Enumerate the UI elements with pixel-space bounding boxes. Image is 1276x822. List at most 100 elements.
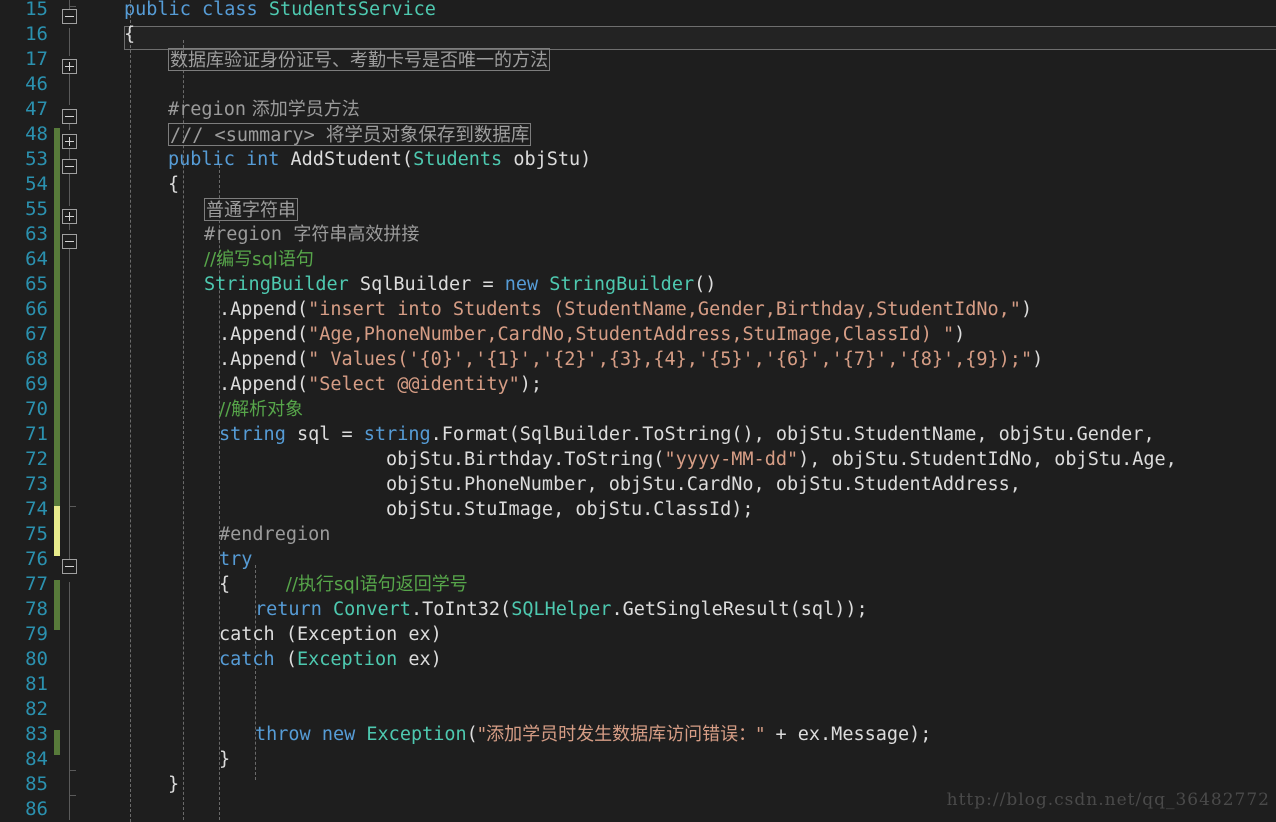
token-keyword: int bbox=[245, 149, 280, 170]
token-region-label: 添加学员方法 bbox=[245, 99, 360, 120]
code-line[interactable]: .Append(" Values('{0}','{1}','{2}',{3},{… bbox=[219, 347, 1043, 372]
token-string: "添加学员时发生数据库访问错误：" bbox=[477, 724, 765, 745]
code-line[interactable]: /// <summary> 将学员对象保存到数据库 bbox=[168, 122, 532, 147]
token-method: AddStudent bbox=[290, 149, 402, 170]
token-param: objStu bbox=[513, 149, 581, 170]
code-content[interactable]: public class StudentsService { 数据库验证身份证号… bbox=[124, 0, 1276, 822]
code-line[interactable]: objStu.StuImage, objStu.ClassId); bbox=[386, 497, 754, 522]
token-string: " Values('{0}','{1}','{2}',{3},{4},'{5}'… bbox=[308, 349, 1033, 370]
code-line[interactable]: } bbox=[168, 772, 179, 797]
code-line[interactable]: catch (Exception ex) bbox=[219, 622, 442, 647]
code-line[interactable]: //解析对象 bbox=[219, 397, 303, 422]
line-number: 80 bbox=[25, 648, 48, 670]
token-type: Students bbox=[413, 149, 503, 170]
token-type: Exception bbox=[296, 649, 398, 670]
collapsed-region-box[interactable]: 普通字符串 bbox=[204, 198, 298, 221]
code-line[interactable]: throw new Exception("添加学员时发生数据库访问错误：" + … bbox=[255, 722, 931, 747]
token-plain: ) bbox=[954, 324, 966, 345]
line-number: 63 bbox=[25, 223, 48, 245]
token-plain: SqlBuilder = bbox=[348, 274, 505, 295]
token-plain: + ex.Message); bbox=[764, 724, 932, 745]
token-keyword: string bbox=[219, 424, 286, 445]
token-type: SQLHelper bbox=[511, 599, 612, 620]
line-number: 55 bbox=[25, 198, 48, 220]
token-plain: ( bbox=[274, 649, 297, 670]
token-method: .Append( bbox=[219, 324, 309, 345]
token-plain: .GetSingleResult(sql)); bbox=[611, 599, 868, 620]
code-line[interactable]: catch (Exception ex) bbox=[219, 647, 442, 672]
change-bar-added bbox=[54, 730, 60, 755]
line-number: 79 bbox=[25, 623, 48, 645]
fold-marker-collapse-icon[interactable] bbox=[62, 159, 77, 174]
token-plain: objStu.PhoneNumber, objStu.CardNo, objSt… bbox=[386, 474, 1021, 495]
line-number: 82 bbox=[25, 698, 48, 720]
code-line[interactable]: //编写sql语句 bbox=[204, 247, 314, 272]
token-type: StringBuilder bbox=[204, 274, 349, 295]
code-line[interactable]: .Append("Age,PhoneNumber,CardNo,StudentA… bbox=[219, 322, 965, 347]
code-line[interactable]: #endregion bbox=[219, 522, 330, 547]
code-line[interactable]: #region 添加学员方法 bbox=[168, 97, 360, 122]
token-plain: objStu.Birthday.ToString( bbox=[386, 449, 665, 470]
fold-marker-collapse-icon[interactable] bbox=[62, 559, 77, 574]
code-line[interactable]: } bbox=[219, 747, 230, 772]
editor-gutter: 15 16 17 46 47 48 53 54 55 63 64 65 66 6… bbox=[0, 0, 130, 822]
code-line[interactable]: { //执行sql语句返回学号 bbox=[219, 572, 468, 597]
token-keyword: catch bbox=[219, 649, 275, 670]
token-string: "Select @@identity" bbox=[308, 374, 520, 395]
code-line[interactable]: string sql = string.Format(SqlBuilder.To… bbox=[219, 422, 1155, 447]
token-keyword: string bbox=[363, 424, 431, 445]
line-number: 75 bbox=[25, 523, 48, 545]
code-line[interactable]: try bbox=[219, 547, 252, 572]
line-number: 17 bbox=[25, 48, 48, 70]
line-number: 73 bbox=[25, 473, 48, 495]
line-number: 69 bbox=[25, 373, 48, 395]
line-number: 85 bbox=[25, 773, 48, 795]
token-plain: ) bbox=[1020, 299, 1033, 320]
token-comment: //编写sql语句 bbox=[204, 249, 314, 270]
fold-marker-expand-icon[interactable] bbox=[62, 134, 77, 149]
line-number: 86 bbox=[25, 798, 48, 820]
code-line[interactable]: 普通字符串 bbox=[204, 197, 298, 222]
code-line[interactable]: return Convert.ToInt32(SQLHelper.GetSing… bbox=[255, 597, 868, 622]
fold-marker-collapse-icon[interactable] bbox=[62, 109, 77, 124]
token-type: Convert bbox=[332, 599, 411, 620]
token-keyword: new bbox=[321, 724, 356, 745]
token-keyword: try bbox=[219, 549, 253, 570]
code-line[interactable]: 数据库验证身份证号、考勤卡号是否唯一的方法 bbox=[168, 47, 550, 72]
line-number: 48 bbox=[25, 123, 48, 145]
token-method: .Append( bbox=[219, 299, 309, 320]
fold-marker-collapse-icon[interactable] bbox=[62, 9, 77, 24]
code-line[interactable]: { bbox=[168, 172, 179, 197]
code-line[interactable]: { bbox=[124, 22, 135, 47]
token-string: "insert into Students (StudentName,Gende… bbox=[308, 299, 1021, 320]
code-line[interactable]: .Append("Select @@identity"); bbox=[219, 372, 542, 397]
code-line[interactable]: objStu.PhoneNumber, objStu.CardNo, objSt… bbox=[386, 472, 1021, 497]
token-directive: #region bbox=[204, 224, 282, 245]
token-plain: ), objStu.StudentIdNo, objStu.Age, bbox=[798, 449, 1177, 470]
code-line[interactable]: public class StudentsService bbox=[124, 0, 436, 22]
token-brace: } bbox=[168, 774, 180, 795]
code-line[interactable]: StringBuilder SqlBuilder = new StringBui… bbox=[204, 272, 716, 297]
line-number: 78 bbox=[25, 598, 48, 620]
line-number: 68 bbox=[25, 348, 48, 370]
code-line[interactable]: public int AddStudent(Students objStu) bbox=[168, 147, 591, 172]
fold-marker-collapse-icon[interactable] bbox=[62, 234, 77, 249]
line-number: 16 bbox=[25, 23, 48, 45]
code-line[interactable]: objStu.Birthday.ToString("yyyy-MM-dd"), … bbox=[386, 447, 1177, 472]
token-brace: { bbox=[219, 574, 231, 595]
line-number: 65 bbox=[25, 273, 48, 295]
collapsed-region-box[interactable]: /// <summary> 将学员对象保存到数据库 bbox=[168, 123, 532, 146]
line-number: 54 bbox=[25, 173, 48, 195]
fold-marker-expand-icon[interactable] bbox=[62, 59, 77, 74]
token-type: StudentsService bbox=[268, 0, 436, 20]
fold-marker-expand-icon[interactable] bbox=[62, 209, 77, 224]
token-type: StringBuilder bbox=[549, 274, 695, 295]
code-line[interactable]: #region 字符串高效拼接 bbox=[204, 222, 419, 247]
code-line[interactable]: .Append("insert into Students (StudentNa… bbox=[219, 297, 1032, 322]
code-editor[interactable]: 15 16 17 46 47 48 53 54 55 63 64 65 66 6… bbox=[0, 0, 1276, 822]
collapsed-region-box[interactable]: 数据库验证身份证号、考勤卡号是否唯一的方法 bbox=[168, 48, 550, 71]
token-plain: ); bbox=[519, 374, 543, 395]
line-number: 70 bbox=[25, 398, 48, 420]
token-brace: { bbox=[168, 174, 180, 195]
token-keyword: public bbox=[124, 0, 191, 20]
